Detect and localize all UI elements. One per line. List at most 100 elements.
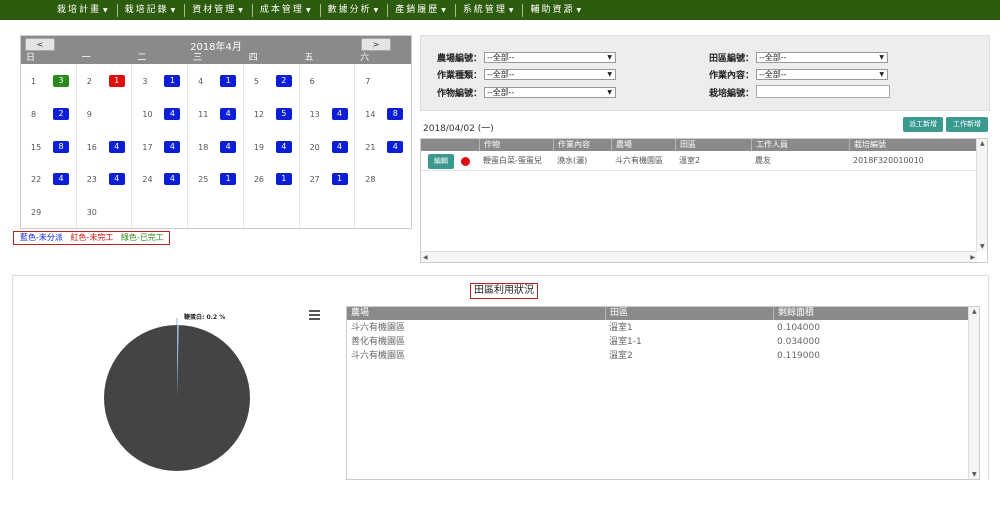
- task-count-badge[interactable]: 4: [108, 173, 125, 186]
- calendar-day-cell[interactable]: 7: [355, 64, 411, 97]
- legend-finished: 綠色-已完工: [120, 233, 164, 242]
- caret-down-icon: ▼: [441, 6, 448, 14]
- calendar-day-cell[interactable]: 16 4: [77, 129, 133, 163]
- task-count-badge[interactable]: 4: [164, 140, 181, 153]
- calendar-day-cell[interactable]: 29: [21, 195, 77, 228]
- nav-item-planting-plan[interactable]: 栽培計畫 ▼: [50, 3, 118, 17]
- task-count-badge[interactable]: 4: [108, 140, 125, 153]
- nav-item-cost[interactable]: 成本管理 ▼: [253, 3, 321, 17]
- task-count-badge[interactable]: 1: [331, 173, 348, 186]
- caret-down-icon: ▼: [508, 6, 516, 14]
- calendar-day-cell[interactable]: 52: [244, 64, 300, 97]
- task-count-badge[interactable]: 4: [331, 107, 348, 120]
- task-count-badge[interactable]: 8: [387, 107, 404, 120]
- scroll-left-icon[interactable]: ◀: [423, 254, 428, 261]
- calendar-day-cell[interactable]: 13 4: [300, 96, 356, 130]
- calendar-day-cell[interactable]: 24 4: [132, 162, 189, 196]
- pie-data-label: 鞭蛋白: 0.2 %: [184, 313, 225, 321]
- scroll-up-icon[interactable]: ▲: [972, 308, 977, 315]
- scroll-down-icon[interactable]: ▼: [972, 471, 977, 478]
- calendar-day-cell[interactable]: 30: [77, 195, 133, 228]
- work-add-button[interactable]: 工作新增: [946, 117, 988, 132]
- task-count-badge[interactable]: 4: [275, 140, 292, 153]
- scroll-up-icon[interactable]: ▲: [980, 140, 985, 147]
- calendar-day-cell[interactable]: 41: [188, 64, 244, 97]
- calendar-day-cell[interactable]: 9: [77, 96, 133, 130]
- calendar-day-cell[interactable]: 14 8: [355, 97, 411, 130]
- task-count-badge[interactable]: 8: [53, 140, 69, 153]
- selected-date: 2018/04/02 (一): [423, 124, 494, 134]
- calendar-day-cell[interactable]: 27 1: [300, 162, 356, 196]
- crop-select[interactable]: --全部-- ▼: [484, 87, 616, 98]
- task-count-badge[interactable]: 4: [220, 140, 237, 153]
- calendar-day-cell[interactable]: 25 1: [188, 162, 244, 196]
- task-count-badge[interactable]: 1: [164, 75, 181, 87]
- horizontal-scrollbar[interactable]: ◀ ▶: [421, 251, 977, 262]
- calendar-day-cell[interactable]: 17 4: [132, 129, 189, 163]
- nav-item-planting-record[interactable]: 栽培記錄 ▼: [118, 3, 186, 17]
- calendar-day-cell[interactable]: 21: [77, 64, 133, 97]
- nav-item-system[interactable]: 系統管理 ▼: [456, 3, 524, 17]
- task-count-badge[interactable]: 4: [387, 140, 404, 153]
- calendar-day-cell[interactable]: 13: [21, 64, 77, 97]
- task-count-badge[interactable]: 1: [108, 75, 125, 87]
- calendar-day-cell[interactable]: 82: [21, 96, 77, 130]
- calendar-day-cell[interactable]: 28: [355, 162, 411, 195]
- chart-menu-icon[interactable]: [309, 310, 320, 320]
- calendar-day-cell[interactable]: 12 5: [244, 96, 300, 130]
- calendar-day-cell[interactable]: 11 4: [188, 96, 244, 130]
- scroll-down-icon[interactable]: ▼: [980, 243, 985, 250]
- scroll-right-icon[interactable]: ▶: [970, 254, 975, 261]
- task-count-badge[interactable]: 2: [53, 107, 69, 120]
- nav-label: 栽培記錄: [124, 4, 169, 15]
- farm-select[interactable]: --全部-- ▼: [484, 52, 616, 63]
- task-count-badge[interactable]: 2: [275, 75, 292, 87]
- cultivation-input[interactable]: [756, 85, 890, 98]
- calendar-day-cell[interactable]: 15 8: [21, 129, 77, 163]
- work-content-select[interactable]: --全部-- ▼: [756, 69, 888, 80]
- calendar-day-cell[interactable]: 6: [300, 64, 356, 97]
- task-count-badge[interactable]: 1: [220, 75, 237, 87]
- task-count-badge[interactable]: 1: [220, 173, 237, 186]
- caret-down-icon: ▼: [103, 6, 110, 14]
- nav-item-materials[interactable]: 資材管理 ▼: [185, 3, 253, 17]
- calendar-day-cell[interactable]: 18 4: [188, 129, 244, 163]
- vertical-scrollbar[interactable]: ▲ ▼: [976, 139, 987, 251]
- task-count-badge[interactable]: 4: [331, 140, 348, 153]
- calendar-day-cell[interactable]: 21 4: [355, 130, 411, 163]
- usage-title: 田區利用狀況: [470, 283, 538, 299]
- edit-button[interactable]: 編輯: [428, 154, 454, 169]
- calendar-day-cell[interactable]: 26 1: [244, 162, 300, 196]
- task-count-badge[interactable]: 4: [164, 173, 181, 186]
- nav-menu: 栽培計畫 ▼ 栽培記錄 ▼ 資材管理 ▼ 成本管理 ▼ 數據分析 ▼ 產銷履歷 ▼ 系統管理…: [50, 0, 590, 20]
- task-count-badge[interactable]: 5: [275, 107, 292, 120]
- calendar-day-cell[interactable]: 31: [132, 64, 189, 97]
- dispatch-add-button[interactable]: 派工新增: [903, 117, 943, 132]
- cell-field: 溫室1: [609, 323, 633, 333]
- work-table-header: 作物 作業內容 農場 田區 工作人員 栽培編號: [421, 139, 977, 151]
- caret-down-icon: ▼: [607, 54, 612, 61]
- task-count-badge[interactable]: 1: [275, 173, 292, 186]
- calendar-day-cell[interactable]: 22 4: [21, 162, 77, 196]
- nav-item-traceability[interactable]: 產銷履歷 ▼: [388, 3, 456, 17]
- work-type-select[interactable]: --全部-- ▼: [484, 69, 616, 80]
- calendar-day-cell[interactable]: 10 4: [132, 96, 189, 130]
- task-count-badge[interactable]: 3: [53, 75, 69, 87]
- calendar: < 2018年4月 > 日 一 二 三 四 五 六 13213141526782…: [20, 35, 412, 229]
- nav-item-resources[interactable]: 輔助資源 ▼: [523, 4, 590, 17]
- day-number: 18: [198, 142, 209, 152]
- col-content: 作業內容: [553, 139, 611, 151]
- task-count-badge[interactable]: 4: [220, 107, 237, 120]
- calendar-day-cell[interactable]: 19 4: [244, 129, 300, 163]
- calendar-day-cell[interactable]: 23 4: [77, 162, 133, 196]
- field-label: 田區編號：: [709, 54, 755, 64]
- vertical-scrollbar[interactable]: ▲ ▼: [968, 307, 979, 479]
- nav-item-data-analysis[interactable]: 數據分析 ▼: [321, 3, 389, 17]
- next-month-button[interactable]: >: [361, 38, 391, 51]
- calendar-day-cell[interactable]: 20 4: [300, 129, 356, 163]
- task-count-badge[interactable]: 4: [164, 107, 181, 120]
- calendar-grid: 1 3 2 1 3 1 4 1 5 2 6 7 8 2 9 10 4 11 4 12 5 13 4 14 8 15 8 16 4 17 4 1…: [21, 64, 411, 228]
- task-count-badge[interactable]: 4: [53, 173, 69, 186]
- caret-down-icon: ▼: [373, 6, 381, 14]
- field-select[interactable]: --全部-- ▼: [756, 52, 888, 63]
